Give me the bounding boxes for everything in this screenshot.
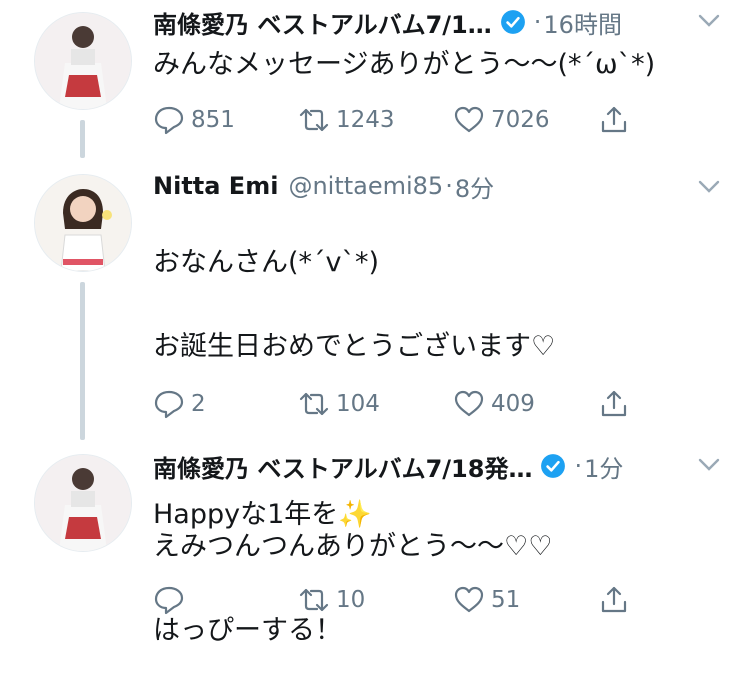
retweet-button[interactable]: 104 [298, 388, 380, 420]
retweet-button[interactable]: 10 [298, 584, 365, 616]
reply-icon [154, 106, 184, 135]
display-name[interactable]: Nitta Emi [153, 172, 278, 200]
tweet-header: 南條愛乃 ベストアルバム7/1… · 16時間 [153, 2, 622, 42]
reply-icon [154, 390, 184, 419]
retweet-count: 10 [336, 587, 366, 613]
tweet-text-line: おなんさん(*´v`*) [153, 247, 380, 278]
like-button[interactable]: 51 [453, 584, 520, 616]
display-name[interactable]: 南條愛乃 ベストアルバム7/18発… [153, 449, 532, 484]
separator-dot: · [533, 8, 542, 36]
retweet-count: 104 [336, 391, 380, 417]
heart-icon [454, 586, 484, 613]
retweet-count: 1243 [336, 107, 395, 133]
reply-button[interactable]: 851 [153, 104, 235, 136]
like-count: 7026 [491, 107, 550, 133]
tweet-1[interactable]: 南條愛乃 ベストアルバム7/1… · 16時間 みんなメッセージありがとう〜〜(… [0, 0, 750, 150]
reply-button[interactable]: 2 [153, 388, 206, 420]
tweet-3[interactable]: 南條愛乃 ベストアルバム7/18発… · 1分 えみつんつんありがとう〜〜♡♡ … [0, 444, 750, 646]
avatar-nitta-icon [35, 175, 131, 271]
heart-icon [454, 390, 484, 417]
tweet-2[interactable]: Nitta Emi @nittaemi85 · 8分 おなんさん(*´v`*) … [0, 160, 750, 530]
tweet-header: 南條愛乃 ベストアルバム7/18発… · 1分 [153, 446, 623, 486]
reply-count: 2 [191, 391, 206, 417]
username[interactable]: @nittaemi85 [288, 172, 443, 200]
avatar-nanjo-icon [35, 455, 131, 551]
reply-button[interactable] [153, 584, 191, 616]
avatar[interactable] [34, 12, 132, 110]
heart-icon [454, 106, 484, 133]
retweet-icon [299, 108, 329, 132]
share-button[interactable] [598, 584, 636, 616]
chevron-down-icon[interactable] [698, 14, 720, 28]
reply-icon [154, 586, 184, 615]
share-button[interactable] [598, 104, 636, 136]
chevron-down-icon[interactable] [698, 458, 720, 472]
retweet-button[interactable]: 1243 [298, 104, 395, 136]
tweet-text-line: えみつんつんありがとう〜〜♡♡ [153, 531, 553, 562]
like-button[interactable]: 7026 [453, 104, 550, 136]
tweet-actions: 10 51 [153, 584, 673, 624]
reply-count: 851 [191, 107, 235, 133]
retweet-icon [299, 392, 329, 416]
share-icon [601, 586, 627, 613]
separator-dot: · [445, 172, 453, 200]
tweet-actions: 851 1243 7026 [153, 104, 673, 144]
avatar-nanjo-icon [35, 13, 131, 109]
retweet-icon [299, 588, 329, 612]
avatar[interactable] [34, 454, 132, 552]
tweet-text: みんなメッセージありがとう〜〜(*´ω`*) [153, 49, 656, 80]
avatar[interactable] [34, 174, 132, 272]
timestamp[interactable]: 16時間 [543, 5, 622, 40]
tweet-text-line: お誕生日おめでとうございます♡ [153, 331, 556, 362]
share-icon [601, 106, 627, 133]
separator-dot: · [574, 452, 583, 480]
like-button[interactable]: 409 [453, 388, 535, 420]
verified-badge-icon [500, 10, 525, 34]
tweet-actions: 2 104 409 [153, 388, 673, 428]
display-name[interactable]: 南條愛乃 ベストアルバム7/1… [153, 5, 492, 40]
share-button[interactable] [598, 388, 636, 420]
like-count: 51 [491, 587, 521, 613]
verified-badge-icon [541, 454, 566, 478]
timestamp[interactable]: 1分 [584, 449, 623, 484]
chevron-down-icon[interactable] [698, 180, 720, 194]
share-icon [601, 390, 627, 417]
like-count: 409 [491, 391, 535, 417]
timestamp[interactable]: 8分 [455, 169, 494, 204]
